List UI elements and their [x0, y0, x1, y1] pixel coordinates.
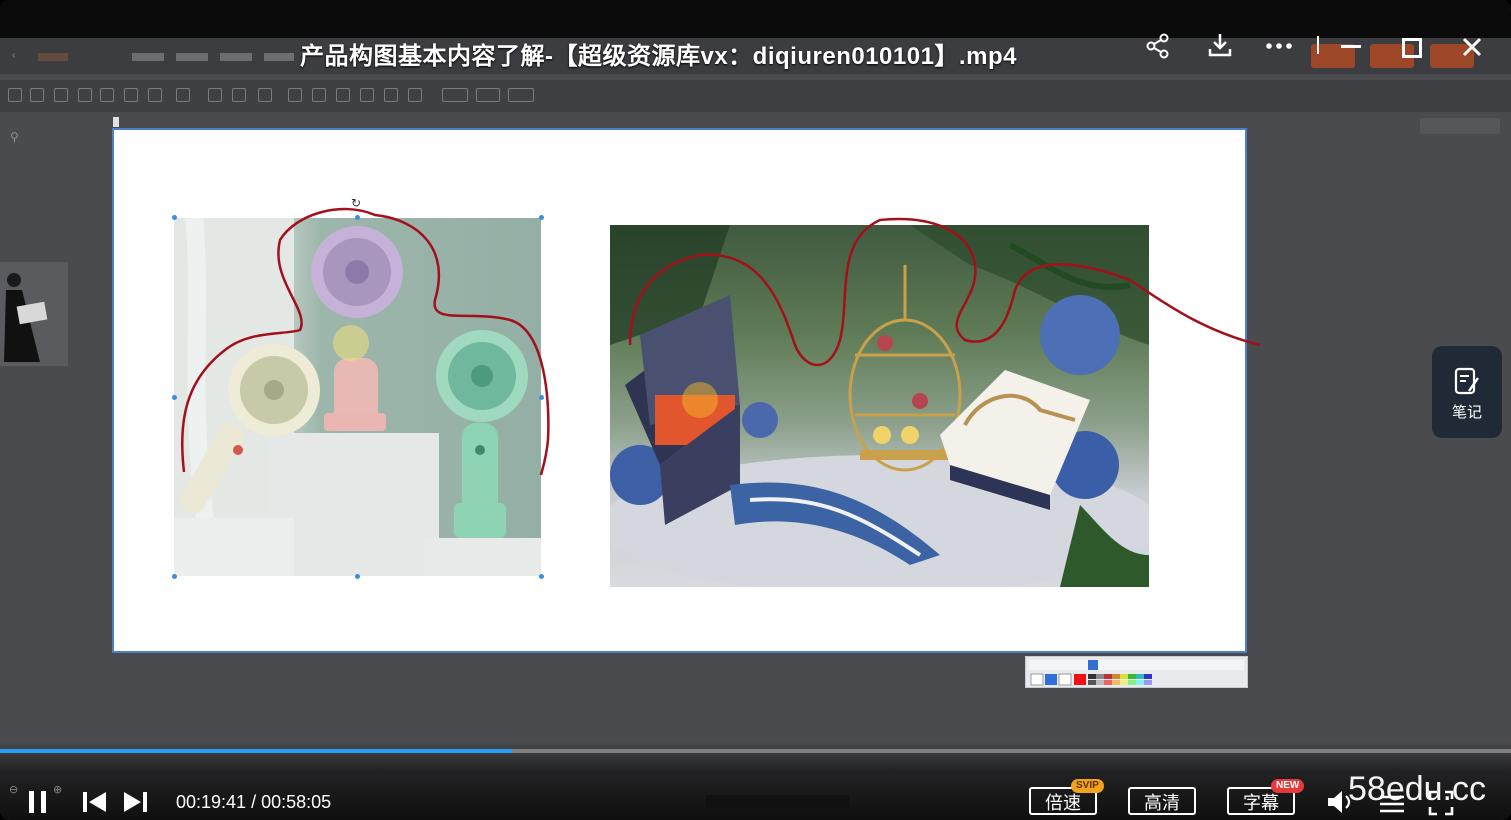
share-icon[interactable]	[1145, 33, 1171, 59]
next-icon[interactable]	[122, 790, 148, 814]
playback-time: 00:19:41 / 00:58:05	[176, 792, 331, 813]
redaction-bar	[706, 795, 849, 809]
pause-icon[interactable]	[27, 789, 49, 815]
speed-label: 倍速	[1045, 793, 1081, 813]
note-icon	[1454, 367, 1479, 395]
time-separator: /	[251, 792, 257, 812]
video-title: 产品构图基本内容了解-【超级资源库vx：diqiuren010101】.mp4	[300, 43, 1017, 70]
annotation-toolbar	[1025, 656, 1248, 688]
zoom-in-icon: ⊕	[53, 784, 63, 796]
annotation-strokes	[180, 207, 1261, 476]
video-player-window: ‹ ⚲ ↻ 产品构图基本内容了解-【超级资源库vx：diqiuren010101…	[0, 0, 1511, 820]
progress-bar[interactable]	[0, 749, 1511, 753]
note-label: 笔记	[1451, 404, 1482, 421]
progress-fill	[0, 749, 513, 753]
current-time: 00:19:41	[176, 792, 247, 812]
note-button[interactable]: 笔记	[1432, 346, 1502, 438]
watermark: 58edu.cc	[1348, 770, 1486, 808]
duration: 00:58:05	[261, 792, 332, 812]
download-icon[interactable]	[1207, 32, 1233, 58]
quality-button[interactable]: 高清	[1128, 787, 1196, 815]
zoom-out-icon: ⊖	[9, 784, 19, 796]
previous-icon[interactable]	[82, 790, 108, 814]
more-icon[interactable]	[1265, 40, 1293, 52]
minimize-icon[interactable]	[1341, 45, 1361, 48]
subtitle-label: 字幕	[1243, 793, 1279, 813]
quality-label: 高清	[1144, 793, 1180, 813]
close-icon[interactable]	[1461, 36, 1483, 58]
title-bar-divider	[1317, 36, 1319, 54]
maximize-icon[interactable]	[1402, 38, 1422, 58]
svip-badge: SVIP	[1071, 779, 1104, 793]
annotation-palette	[1029, 660, 1244, 686]
new-badge: NEW	[1271, 779, 1305, 793]
